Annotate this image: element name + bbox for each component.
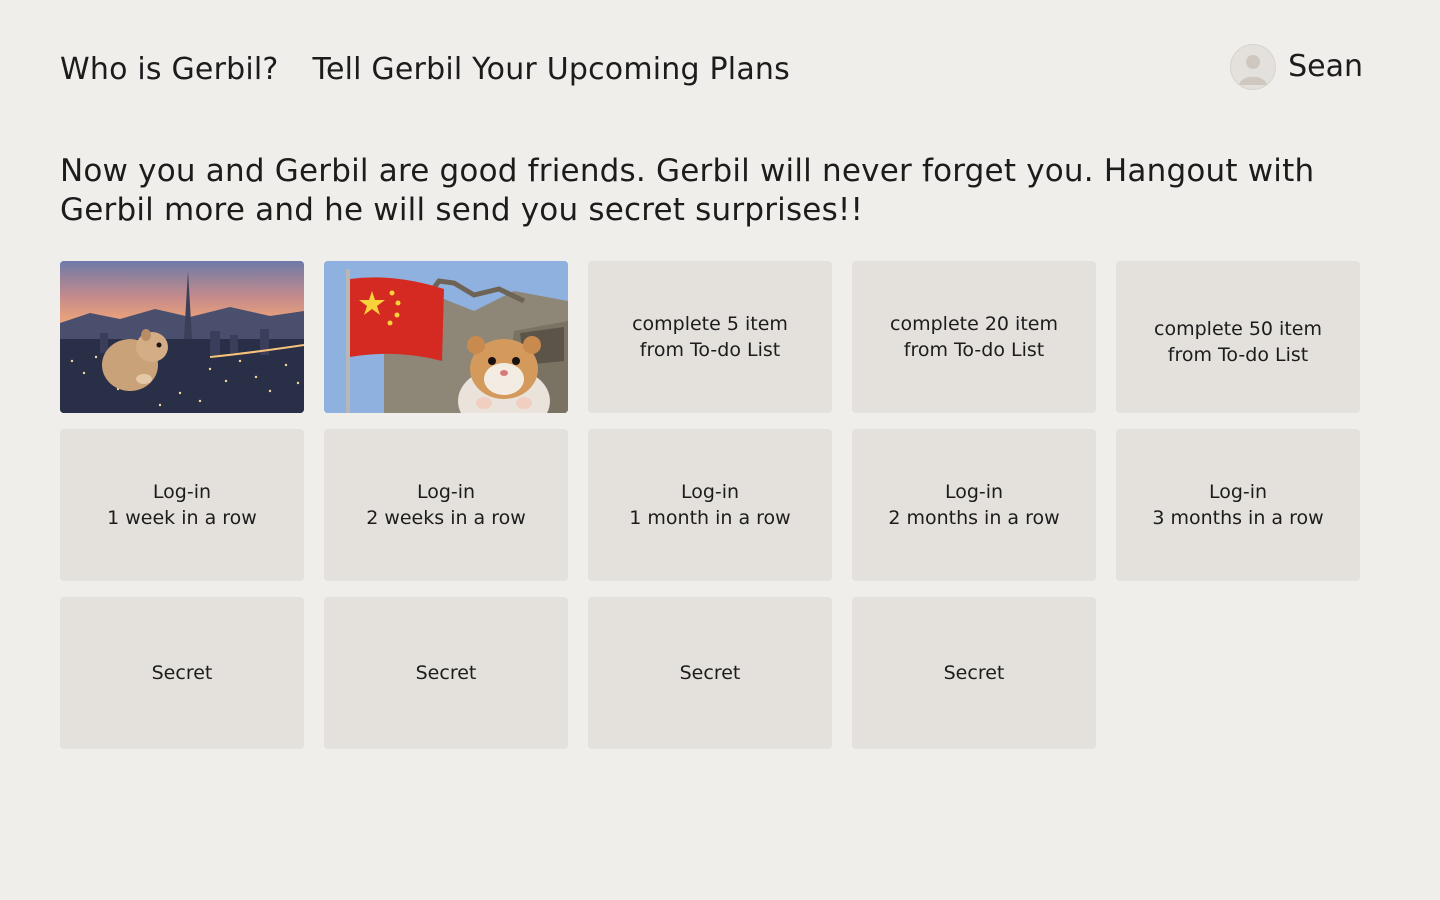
reward-card-login-2-weeks[interactable]: Log-in 2 weeks in a row <box>324 429 568 581</box>
reward-card-label: Log-in 3 months in a row <box>1152 481 1324 529</box>
reward-card-login-3-months[interactable]: Log-in 3 months in a row <box>1116 429 1360 581</box>
reward-card-label: Secret <box>943 662 1005 684</box>
reward-card-login-1-week[interactable]: Log-in 1 week in a row <box>60 429 304 581</box>
gerbil-city-photo <box>60 261 304 413</box>
user-name: Sean <box>1288 49 1363 84</box>
reward-card-label: complete 50 item from To-do List <box>1154 318 1322 366</box>
reward-card-label: Secret <box>415 662 477 684</box>
reward-card-login-1-month[interactable]: Log-in 1 month in a row <box>588 429 832 581</box>
reward-card-label: Log-in 2 weeks in a row <box>366 481 526 529</box>
intro-message: Now you and Gerbil are good friends. Ger… <box>60 153 1315 228</box>
reward-card-label: complete 5 item from To-do List <box>632 313 788 361</box>
hamster-wall-photo <box>324 261 568 413</box>
reward-card-secret-2[interactable]: Secret <box>324 597 568 749</box>
reward-photo-great-wall[interactable] <box>324 261 568 413</box>
reward-card-label: Log-in 1 month in a row <box>629 481 791 529</box>
default-user-icon <box>1239 55 1268 85</box>
reward-photo-seoul[interactable] <box>60 261 304 413</box>
rewards-grid: complete 5 item from To-do List complete … <box>60 261 1360 749</box>
reward-card-todo-5[interactable]: complete 5 item from To-do List <box>588 261 832 413</box>
reward-card-label: Log-in 1 week in a row <box>107 481 257 529</box>
reward-card-todo-50[interactable]: complete 50 item from To-do List <box>1116 261 1360 413</box>
avatar[interactable] <box>1230 44 1277 90</box>
reward-card-todo-20[interactable]: complete 20 item from To-do List <box>852 261 1096 413</box>
nav-link-upcoming-plans[interactable]: Tell Gerbil Your Upcoming Plans <box>313 48 790 92</box>
reward-card-secret-4[interactable]: Secret <box>852 597 1096 749</box>
reward-card-label: Secret <box>679 662 741 684</box>
reward-card-label: Secret <box>151 662 213 684</box>
reward-card-secret-1[interactable]: Secret <box>60 597 304 749</box>
top-nav: Who is Gerbil? Tell Gerbil Your Upcoming… <box>60 48 790 92</box>
nav-link-who-is-gerbil[interactable]: Who is Gerbil? <box>60 48 279 92</box>
user-menu[interactable]: Sean <box>1230 44 1363 90</box>
reward-card-label: Log-in 2 months in a row <box>888 481 1060 529</box>
reward-card-login-2-months[interactable]: Log-in 2 months in a row <box>852 429 1096 581</box>
reward-card-label: complete 20 item from To-do List <box>890 313 1058 361</box>
reward-card-secret-3[interactable]: Secret <box>588 597 832 749</box>
